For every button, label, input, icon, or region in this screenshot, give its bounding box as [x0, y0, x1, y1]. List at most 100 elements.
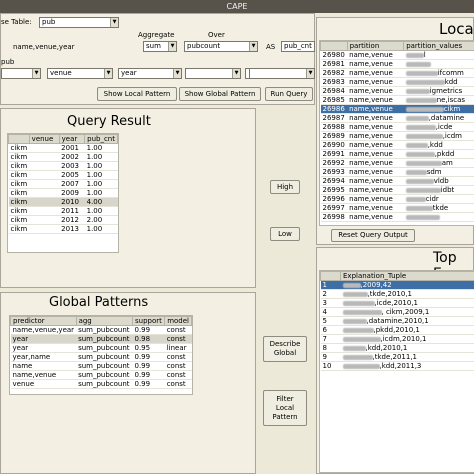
table-row[interactable]: year,name sum_pubcount 0.99 const [10, 352, 192, 362]
table-row[interactable]: 8 ,kdd,2010,1 [320, 343, 474, 353]
table-row[interactable]: name,venue sum_pubcount 0.99 const [10, 370, 192, 380]
table-row[interactable]: 26985 name,venue ne,iscas [320, 95, 474, 105]
table-row[interactable]: cikm 2007 1.00 [8, 179, 118, 189]
table-row[interactable]: year sum_pubcount 0.98 const [10, 334, 192, 344]
column-header[interactable]: support [131, 316, 166, 326]
table-header: partition partition_values [320, 41, 474, 51]
high-button[interactable]: High [270, 180, 300, 194]
table-cell: name,venue [347, 212, 404, 222]
filter-select-1[interactable]: ▼ [1, 68, 41, 79]
base-table-select[interactable]: pub ▼ [39, 17, 119, 28]
filter-select-3[interactable]: year ▼ [118, 68, 182, 79]
redacted-block [405, 97, 437, 103]
column-header[interactable] [320, 271, 341, 281]
table-cell: 7 [320, 334, 341, 344]
column-header[interactable]: venue [28, 134, 60, 144]
table-row[interactable]: cikm 2012 2.00 [8, 215, 118, 225]
table-row[interactable]: cikm 2002 1.00 [8, 152, 118, 162]
table-row[interactable]: 10 ,kdd,2011,3 [320, 361, 474, 371]
over-select[interactable]: pubcount ▼ [184, 41, 258, 52]
explanations-panel: Top Ex Explanation_Tuple 1,2009,422,tkde… [316, 247, 474, 474]
table-row[interactable]: 4, cikm,2009,1 [320, 307, 474, 317]
table-row[interactable]: 26996 name,venue cidr [320, 194, 474, 204]
column-header[interactable] [320, 41, 348, 51]
table-row[interactable]: 1,2009,42 [320, 280, 474, 290]
table-cell: 2 [320, 289, 341, 299]
table-row[interactable]: name sum_pubcount 0.99 const [10, 361, 192, 371]
table-row[interactable]: 26983 name,venue kdd [320, 77, 474, 87]
table-row[interactable]: cikm 2001 1.00 [8, 143, 118, 153]
global-patterns-table[interactable]: predictor agg support model name,venue,year… [10, 316, 192, 389]
as-alias-input[interactable]: pub_cnt [281, 41, 315, 52]
column-header[interactable]: pub_cnt [84, 134, 118, 144]
column-header[interactable]: agg [75, 316, 134, 326]
table-cell: 1.00 [84, 152, 118, 162]
table-row[interactable]: cikm 2005 1.00 [8, 170, 118, 180]
table-cell: const [164, 379, 192, 389]
table-row[interactable]: 3 ,icde,2010,1 [320, 298, 474, 308]
table-cell: 5 [320, 316, 341, 326]
table-row[interactable]: cikm 2010 4.00 [8, 197, 118, 207]
table-row[interactable]: year sum_pubcount 0.95 linear [10, 343, 192, 353]
column-header[interactable]: Explanation_Tuple [340, 271, 474, 281]
show-global-pattern-button[interactable]: Show Global Pattern [179, 87, 261, 101]
table-row[interactable]: 26992 name,venue am [320, 158, 474, 168]
filter-select-4[interactable]: ▼ [185, 68, 241, 79]
table-row[interactable]: name,venue,year sum_pubcount 0.99 const [10, 325, 192, 335]
table-row[interactable]: 5 ,datamine,2010,1 [320, 316, 474, 326]
table-cell: cidr [403, 194, 474, 204]
table-row[interactable]: 26986 name,venue cikm [320, 104, 474, 114]
table-row[interactable]: 26981 name,venue [320, 59, 474, 69]
table-row[interactable]: 26998 name,venue [320, 212, 474, 222]
table-row[interactable]: 7 ,icdm,2010,1 [320, 334, 474, 344]
table-cell: 2013 [59, 224, 85, 234]
table-row[interactable]: cikm 2011 1.00 [8, 206, 118, 216]
table-row[interactable]: cikm 2009 1.00 [8, 188, 118, 198]
column-header[interactable]: year [58, 134, 86, 144]
reset-query-output-button[interactable]: Reset Query Output [331, 229, 415, 242]
table-row[interactable]: 26984 name,venue igmetrics [320, 86, 474, 96]
table-row[interactable]: 26982 name,venue ifcomm [320, 68, 474, 78]
table-row[interactable]: 26989 name,venue ,icdm [320, 131, 474, 141]
local-patterns-table[interactable]: partition partition_values 26980 name,venu… [320, 41, 474, 222]
run-query-button[interactable]: Run Query [265, 87, 313, 101]
table-row[interactable]: venue sum_pubcount 0.99 const [10, 379, 192, 389]
filter-select-2[interactable]: venue ▼ [47, 68, 113, 79]
table-row[interactable]: 9 ,tkde,2011,1 [320, 352, 474, 362]
table-cell: ,kdd,2011,3 [340, 361, 474, 371]
over-value: pubcount [187, 42, 221, 50]
table-row[interactable]: 26993 name,venue sdm [320, 167, 474, 177]
column-header[interactable]: predictor [10, 316, 77, 326]
table-row[interactable]: cikm 2003 1.00 [8, 161, 118, 171]
table-row[interactable]: 26988 name,venue ,icde [320, 122, 474, 132]
table-cell: cikm [8, 206, 30, 216]
table-cell: name,venue [347, 104, 404, 114]
table-row[interactable]: 26980 name,venue l [320, 50, 474, 60]
column-header[interactable]: partition [346, 41, 405, 51]
column-header[interactable] [8, 134, 30, 144]
aggregate-select[interactable]: sum ▼ [143, 41, 177, 52]
table-row[interactable]: 2 ,tkde,2010,1 [320, 289, 474, 299]
column-header[interactable]: model [164, 316, 192, 326]
table-cell: name,venue [347, 68, 404, 78]
table-cell: year,name [10, 352, 77, 362]
column-header[interactable]: partition_values [403, 41, 474, 51]
table-row[interactable]: 26990 name,venue ,kdd [320, 140, 474, 150]
filter-local-pattern-button[interactable]: Filter Local Pattern [263, 390, 307, 426]
table-row[interactable]: 26994 name,venue vldb [320, 176, 474, 186]
explanations-table[interactable]: Explanation_Tuple 1,2009,42 2 ,tkde,2010,1… [320, 271, 474, 371]
table-row[interactable]: 6 ,pkdd,2010,1 [320, 325, 474, 335]
table-row[interactable]: cikm 2013 1.00 [8, 224, 118, 234]
query-result-table[interactable]: venue year pub_cnt cikm 2001 1.00 cikm 2002 1.0… [8, 134, 118, 234]
table-row[interactable]: 26991 name,venue ,pkdd [320, 149, 474, 159]
table-row[interactable]: 26987 name,venue ,datamine [320, 113, 474, 123]
describe-global-button[interactable]: Describe Global [263, 336, 307, 362]
show-local-pattern-button[interactable]: Show Local Pattern [97, 87, 177, 101]
table-row[interactable]: 26997 name,venue tkde [320, 203, 474, 213]
filter-select-6[interactable]: ▼ [249, 68, 315, 79]
low-button[interactable]: Low [270, 227, 300, 241]
table-row[interactable]: 26995 name,venue idbt [320, 185, 474, 195]
table-cell: 4.00 [84, 197, 118, 207]
table-cell: ,tkde,2010,1 [340, 289, 474, 299]
table-cell [29, 224, 60, 234]
